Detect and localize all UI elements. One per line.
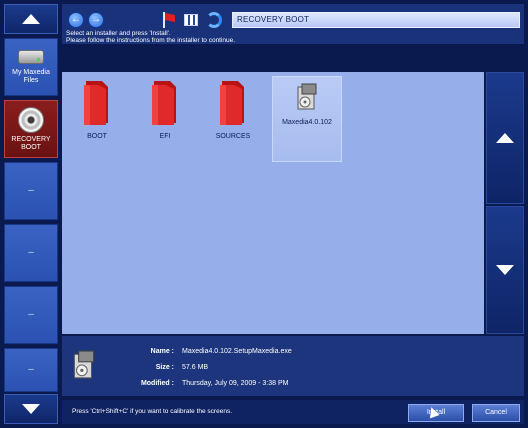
detail-value: 57.6 MB	[182, 364, 209, 371]
file-details-panel: Name : Maxedia4.0.102.SetupMaxedia.exe Si…	[62, 336, 524, 396]
instruction-line: Select an installer and press 'Install'.	[66, 30, 171, 37]
arrow-down-icon	[22, 404, 40, 414]
file-label: SOURCES	[215, 133, 251, 140]
instruction-line: Please follow the instructions from the …	[66, 37, 236, 44]
detail-label: Modified :	[140, 380, 174, 387]
disc-icon	[18, 106, 44, 133]
folder-item-boot[interactable]: BOOT	[64, 76, 130, 162]
sidebar-item-empty[interactable]: –	[4, 224, 58, 282]
file-label: Maxedia4.0.102	[282, 119, 332, 126]
drive-icon	[18, 49, 44, 64]
folder-item-sources[interactable]: SOURCES	[200, 76, 266, 162]
folder-icon	[220, 81, 244, 125]
view-grid-icon[interactable]	[184, 14, 198, 26]
arrow-up-icon	[22, 14, 40, 24]
forward-button[interactable]: →	[88, 12, 104, 28]
status-bar: Press 'Ctrl+Shift+C' if you want to cali…	[62, 400, 524, 424]
flag-icon[interactable]	[162, 11, 176, 29]
sidebar-item-label: –	[28, 247, 34, 258]
detail-value: Maxedia4.0.102.SetupMaxedia.exe	[182, 348, 292, 355]
sidebar-scroll-down-button[interactable]	[4, 394, 58, 424]
detail-name-row: Name : Maxedia4.0.102.SetupMaxedia.exe	[138, 348, 292, 355]
instructions: Select an installer and press 'Install'.…	[66, 30, 235, 44]
sidebar-item-my-maxedia-files[interactable]: My Maxedia Files	[4, 38, 58, 96]
file-label: BOOT	[87, 133, 107, 140]
installer-icon	[297, 83, 317, 110]
toolbar: ← → RECOVERY BOOT Select an installer an…	[62, 4, 524, 44]
sidebar-item-empty[interactable]: –	[4, 348, 58, 392]
folder-icon	[152, 81, 176, 125]
sidebar-item-empty[interactable]: –	[4, 162, 58, 220]
folder-icon	[84, 81, 108, 125]
files-scroll-down-button[interactable]	[486, 206, 524, 334]
sidebar-item-label: –	[28, 364, 34, 375]
detail-label: Size :	[155, 364, 174, 371]
installer-item-maxedia[interactable]: Maxedia4.0.102	[272, 76, 342, 162]
folder-item-efi[interactable]: EFI	[132, 76, 198, 162]
path-field: RECOVERY BOOT	[232, 12, 520, 28]
sidebar-item-label: RECOVERY BOOT	[11, 135, 51, 151]
sidebar-item-label: –	[28, 185, 34, 196]
installer-icon	[73, 350, 95, 379]
status-text: Press 'Ctrl+Shift+C' if you want to cali…	[72, 408, 232, 415]
detail-label: Name :	[150, 348, 174, 355]
detail-modified-row: Modified : Thursday, July 09, 2009 - 3:38…	[138, 380, 289, 387]
detail-value: Thursday, July 09, 2009 - 3:38 PM	[182, 380, 289, 387]
files-scroll-up-button[interactable]	[486, 72, 524, 204]
back-arrow-icon: ←	[71, 14, 81, 25]
refresh-icon[interactable]	[206, 12, 222, 28]
sidebar-item-empty[interactable]: –	[4, 286, 58, 344]
app-window: My Maxedia Files RECOVERY BOOT – – – – ←…	[0, 0, 528, 428]
detail-size-row: Size : 57.6 MB	[138, 364, 208, 371]
sidebar: My Maxedia Files RECOVERY BOOT – – – –	[4, 4, 58, 424]
sidebar-item-recovery-boot[interactable]: RECOVERY BOOT	[4, 100, 58, 158]
sidebar-item-label: My Maxedia Files	[12, 68, 50, 84]
file-label: EFI	[159, 133, 171, 140]
arrow-up-icon	[496, 133, 514, 143]
cancel-button[interactable]: Cancel	[472, 404, 520, 422]
arrow-down-icon	[496, 265, 514, 275]
forward-arrow-icon: →	[91, 14, 101, 25]
back-button[interactable]: ←	[68, 12, 84, 28]
file-browser: BOOT EFI SOURCES Maxedia4.0.102	[62, 72, 484, 334]
sidebar-item-label: –	[28, 309, 34, 320]
sidebar-scroll-up-button[interactable]	[4, 4, 58, 34]
